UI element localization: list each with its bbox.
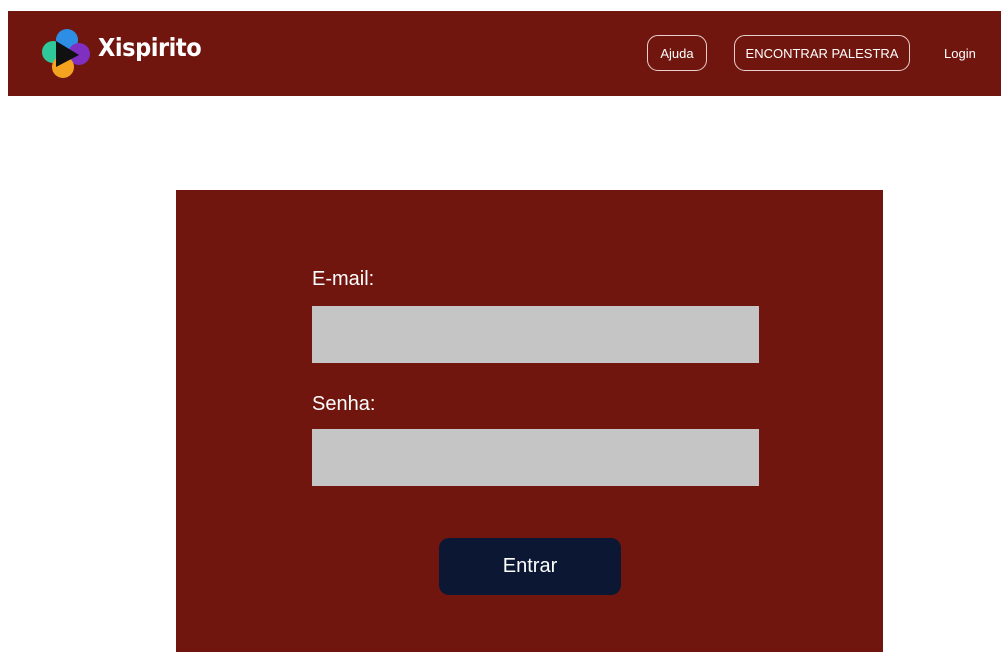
login-card: E-mail: Senha: Entrar — [176, 190, 883, 652]
help-button[interactable]: Ajuda — [647, 35, 707, 71]
password-field[interactable] — [312, 429, 759, 486]
top-navbar: Xispirito Ajuda ENCONTRAR PALESTRA Login — [8, 11, 1001, 96]
brand-name[interactable]: Xispirito — [98, 33, 202, 62]
email-field[interactable] — [312, 306, 759, 363]
xispirito-logo-icon[interactable] — [36, 25, 96, 83]
password-label: Senha: — [312, 393, 376, 415]
find-talk-button[interactable]: ENCONTRAR PALESTRA — [734, 35, 910, 71]
email-label: E-mail: — [312, 268, 375, 290]
login-submit-button[interactable]: Entrar — [439, 538, 621, 595]
login-link[interactable]: Login — [944, 46, 976, 61]
